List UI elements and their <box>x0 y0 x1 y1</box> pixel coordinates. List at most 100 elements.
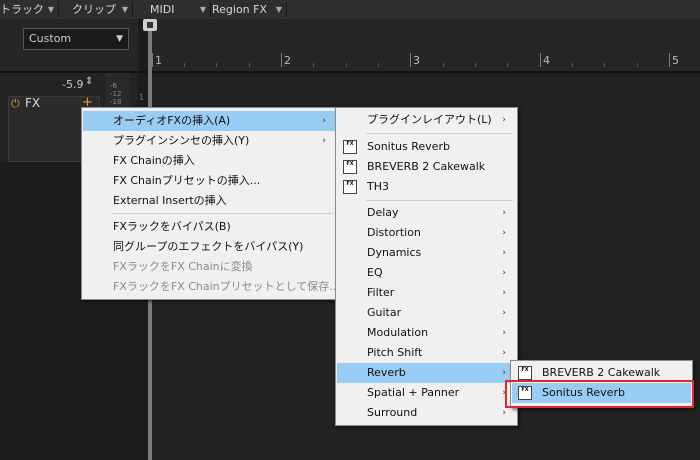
ruler-minor-tick <box>378 63 379 67</box>
menu-item-eq[interactable]: EQ › <box>337 263 516 283</box>
chevron-down-icon: ▼ <box>116 34 123 44</box>
timeline-ruler[interactable]: 1 2 3 4 5 <box>152 19 700 71</box>
top-menu-bar: トラック ▼ クリップ ▼ MIDI ▼ Region FX ▼ <box>0 0 700 20</box>
ruler-minor-tick <box>249 63 250 67</box>
ruler-label: 3 <box>413 54 420 67</box>
ruler-minor-tick <box>604 63 605 67</box>
chevron-down-icon: ▼ <box>199 5 206 14</box>
volume-value[interactable]: -5.9 <box>62 78 83 91</box>
menu-item-bypass-group[interactable]: 同グループのエフェクトをバイパス(Y) <box>83 237 336 257</box>
lane-marker: 1 <box>139 93 145 102</box>
menu-item-label: FX Chainの挿入 <box>113 154 195 167</box>
menu-item-insert-external[interactable]: External Insertの挿入 <box>83 191 336 211</box>
menu-item-label: Filter <box>367 286 395 299</box>
menu-item-label: Spatial + Panner <box>367 386 460 399</box>
chevron-right-icon: › <box>322 136 326 146</box>
menu-item-sonitus-reverb[interactable]: FX Sonitus Reverb <box>337 137 516 157</box>
preset-value: Custom <box>29 32 72 45</box>
ruler-minor-tick <box>572 63 573 67</box>
menu-item-label: Sonitus Reverb <box>367 140 450 153</box>
menu-item-th3[interactable]: FX TH3 <box>337 177 516 197</box>
menu-item-label: EQ <box>367 266 383 279</box>
audio-fx-submenu: プラグインレイアウト(L) › FX Sonitus Reverb FX BREVER… <box>335 107 518 426</box>
fx-plugin-icon: FX <box>343 160 357 174</box>
ruler-minor-tick <box>507 63 508 67</box>
menu-item-spatial-panner[interactable]: Spatial + Panner › <box>337 383 516 403</box>
menu-item-label: Distortion <box>367 226 421 239</box>
ruler-label: 5 <box>672 54 679 67</box>
menu-item-label: オーディオFXの挿入(A) <box>113 114 231 127</box>
ruler-minor-tick <box>637 63 638 67</box>
menu-item-insert-synth[interactable]: プラグインシンセの挿入(Y) › <box>83 131 336 151</box>
ruler-tick <box>410 53 411 67</box>
menu-midi[interactable]: MIDI ▼ <box>132 2 211 17</box>
menu-item-surround[interactable]: Surround › <box>337 403 516 423</box>
meter-label: -18 <box>110 98 122 106</box>
menu-track-label: トラック <box>0 3 44 16</box>
menu-item-insert-fx-chain-preset[interactable]: FX Chainプリセットの挿入... <box>83 171 336 191</box>
ruler-label: 2 <box>284 54 291 67</box>
playhead-handle[interactable] <box>143 19 157 31</box>
ruler-minor-tick <box>443 63 444 67</box>
fx-context-menu: オーディオFXの挿入(A) › プラグインシンセの挿入(Y) › FX Chainの… <box>81 107 340 300</box>
menu-item-plugin-layout[interactable]: プラグインレイアウト(L) › <box>337 110 516 130</box>
menu-region-fx[interactable]: Region FX ▼ <box>208 2 287 17</box>
menu-item-label: プラグインシンセの挿入(Y) <box>113 134 250 147</box>
preset-dropdown[interactable]: Custom ▼ <box>23 28 129 50</box>
chevron-right-icon: › <box>322 116 326 126</box>
menu-item-label: BREVERB 2 Cakewalk <box>367 160 486 173</box>
menu-item-label: FXラックをバイパス(B) <box>113 220 231 233</box>
menu-item-label: FXラックをFX Chainプリセットとして保存... <box>113 280 340 293</box>
menu-item-breverb[interactable]: FX BREVERB 2 Cakewalk <box>337 157 516 177</box>
menu-item-distortion[interactable]: Distortion › <box>337 223 516 243</box>
ruler-tick <box>669 53 670 67</box>
menu-separator <box>366 200 513 201</box>
volume-arrows-icon[interactable]: ⇕ <box>85 76 93 87</box>
menu-item-pitch-shift[interactable]: Pitch Shift › <box>337 343 516 363</box>
menu-item-reverb[interactable]: Reverb › <box>337 363 516 383</box>
chevron-right-icon: › <box>502 248 506 258</box>
ruler-tick <box>540 53 541 67</box>
menu-track[interactable]: トラック ▼ <box>0 2 59 17</box>
menu-item-label: TH3 <box>367 180 389 193</box>
menu-item-convert-to-fx-chain: FXラックをFX Chainに変換 <box>83 257 336 277</box>
menu-item-label: FXラックをFX Chainに変換 <box>113 260 253 273</box>
menu-clip-label: クリップ <box>72 3 116 16</box>
fx-rack-label: FX <box>25 96 41 110</box>
chevron-right-icon: › <box>502 328 506 338</box>
chevron-right-icon: › <box>502 228 506 238</box>
menu-item-label: Reverb <box>367 366 406 379</box>
menu-item-label: FX Chainプリセットの挿入... <box>113 174 261 187</box>
ruler-minor-tick <box>184 63 185 67</box>
chevron-right-icon: › <box>502 268 506 278</box>
menu-item-dynamics[interactable]: Dynamics › <box>337 243 516 263</box>
highlight-callout <box>505 380 694 408</box>
menu-item-label: 同グループのエフェクトをバイパス(Y) <box>113 240 304 253</box>
ruler-minor-tick <box>313 63 314 67</box>
ruler-label: 4 <box>543 54 550 67</box>
menu-item-save-fx-chain-preset: FXラックをFX Chainプリセットとして保存... <box>83 277 340 297</box>
menu-item-filter[interactable]: Filter › <box>337 283 516 303</box>
menu-item-insert-audio-fx[interactable]: オーディオFXの挿入(A) › <box>83 111 336 131</box>
chevron-down-icon: ▼ <box>47 5 54 14</box>
menu-item-guitar[interactable]: Guitar › <box>337 303 516 323</box>
fx-plugin-icon: FX <box>343 180 357 194</box>
menu-item-modulation[interactable]: Modulation › <box>337 323 516 343</box>
fx-plugin-icon: FX <box>518 366 532 380</box>
menu-item-label: Pitch Shift <box>367 346 423 359</box>
menu-item-delay[interactable]: Delay › <box>337 203 516 223</box>
chevron-right-icon: › <box>502 308 506 318</box>
menu-item-label: プラグインレイアウト(L) <box>367 113 492 126</box>
menu-item-bypass-rack[interactable]: FXラックをバイパス(B) <box>83 217 336 237</box>
menu-clip[interactable]: クリップ ▼ <box>58 2 133 17</box>
power-icon[interactable]: ⏻ <box>11 97 20 111</box>
menu-item-label: Dynamics <box>367 246 422 259</box>
ruler-minor-tick <box>216 63 217 67</box>
menu-item-insert-fx-chain[interactable]: FX Chainの挿入 <box>83 151 336 171</box>
ruler-minor-tick <box>475 63 476 67</box>
ruler-tick <box>281 53 282 67</box>
ruler-label: 1 <box>155 54 162 67</box>
menu-separator <box>112 213 333 214</box>
chevron-right-icon: › <box>502 348 506 358</box>
chevron-right-icon: › <box>502 288 506 298</box>
